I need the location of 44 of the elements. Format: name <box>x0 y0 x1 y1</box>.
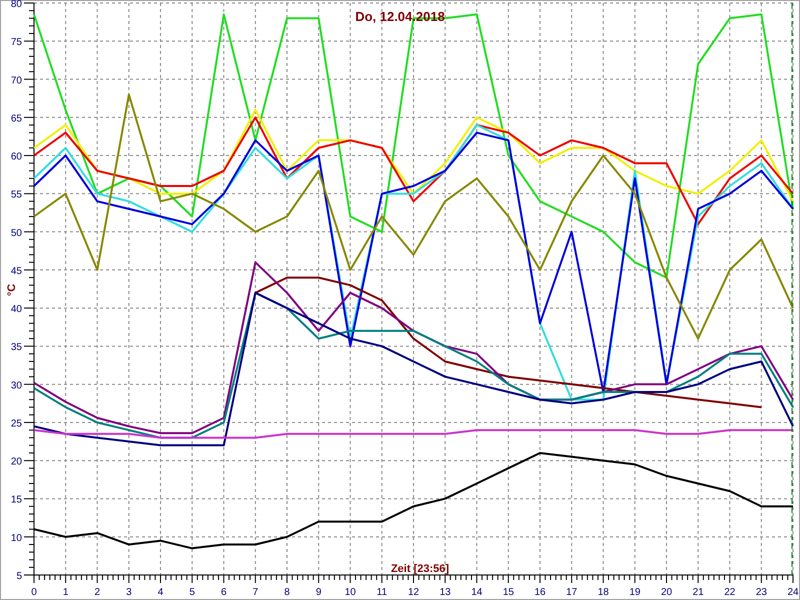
x-tick-label: 9 <box>316 587 322 598</box>
x-tick-label: 15 <box>502 587 514 598</box>
y-tick-label: 30 <box>10 380 22 392</box>
x-tick-label: 10 <box>344 587 356 598</box>
x-tick-label: 19 <box>629 587 640 598</box>
y-tick-label: 80 <box>10 0 22 10</box>
x-tick-label: 0 <box>31 587 37 598</box>
x-tick-label: 14 <box>471 587 482 598</box>
x-tick-label: 18 <box>598 587 609 598</box>
y-tick-label: 55 <box>10 190 22 201</box>
x-tick-label: 12 <box>408 587 420 598</box>
x-tick-label: 2 <box>94 587 100 598</box>
y-axis-label: °C <box>6 284 18 296</box>
x-tick-label: 7 <box>252 587 258 598</box>
x-tick-label: 3 <box>126 587 132 598</box>
chart-title: Do, 12.04.2018 <box>355 9 445 24</box>
y-tick-label: 70 <box>10 75 22 86</box>
x-tick-label: 11 <box>376 587 388 598</box>
y-tick-label: 5 <box>16 571 22 582</box>
y-tick-label: 60 <box>10 152 22 163</box>
x-tick-label: 5 <box>189 587 195 598</box>
y-tick-label: 40 <box>10 304 22 316</box>
x-tick-label: 6 <box>220 587 227 598</box>
x-tick-label: 1 <box>62 587 68 598</box>
x-tick-label: 24 <box>787 587 799 598</box>
y-tick-label: 65 <box>10 113 22 124</box>
x-tick-label: 16 <box>534 587 546 598</box>
x-tick-label: 4 <box>158 587 164 598</box>
x-tick-label: 17 <box>566 587 578 598</box>
x-tick-label: 21 <box>692 587 704 598</box>
y-tick-label: 75 <box>10 37 22 48</box>
y-tick-label: 25 <box>10 418 22 430</box>
x-tick-label: 13 <box>440 587 451 598</box>
x-tick-label: 22 <box>724 587 736 598</box>
y-tick-label: 35 <box>10 342 22 354</box>
x-axis-label: Zeit [23:56] <box>390 563 450 575</box>
y-tick-label: 15 <box>10 494 22 506</box>
x-tick-label: 20 <box>660 587 672 598</box>
y-tick-label: 20 <box>10 456 22 468</box>
y-tick-label: 45 <box>10 266 22 277</box>
x-tick-label: 8 <box>284 587 290 598</box>
y-tick-label: 50 <box>10 228 22 239</box>
x-tick-label: 23 <box>756 587 767 598</box>
y-tick-label: 10 <box>10 532 22 544</box>
